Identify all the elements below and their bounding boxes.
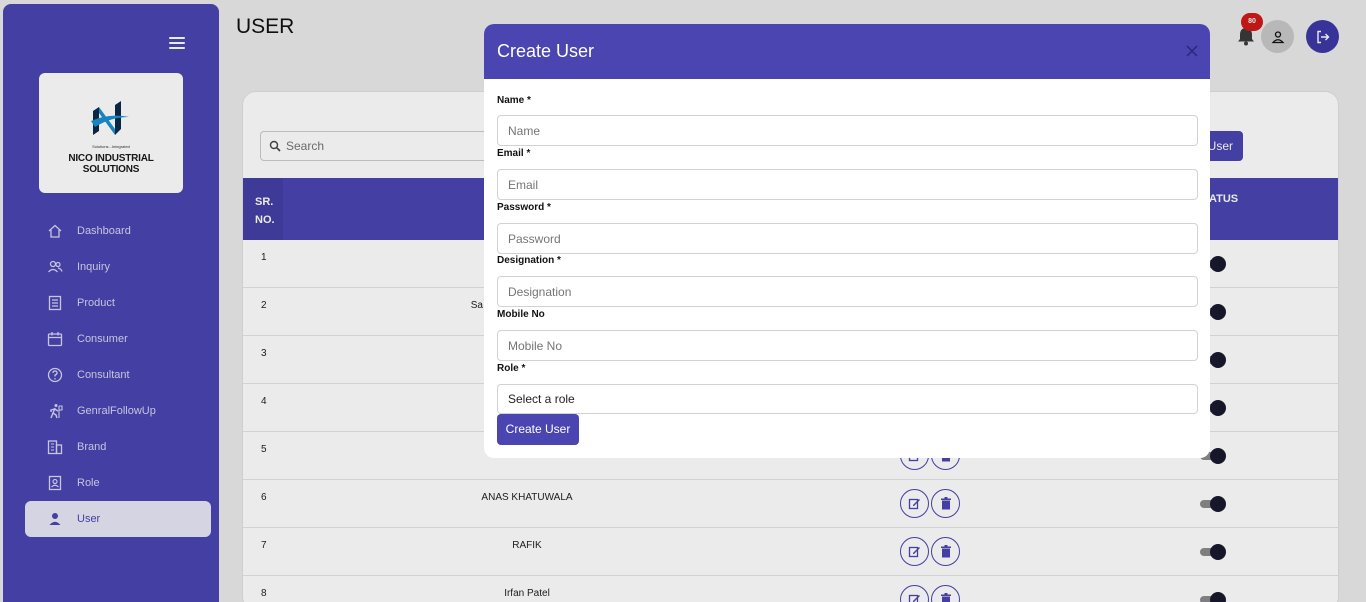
mobile-label: Mobile No bbox=[497, 309, 545, 320]
create-user-button[interactable]: Create User bbox=[497, 414, 579, 445]
name-field[interactable] bbox=[497, 115, 1198, 146]
close-icon[interactable] bbox=[1185, 44, 1199, 58]
designation-field[interactable] bbox=[497, 276, 1198, 307]
email-field[interactable] bbox=[497, 169, 1198, 200]
create-user-modal: Create User Name * Email * Password * De… bbox=[484, 24, 1210, 458]
role-label: Role * bbox=[497, 363, 526, 374]
email-label: Email * bbox=[497, 148, 531, 159]
designation-label: Designation * bbox=[497, 255, 561, 266]
modal-title: Create User bbox=[497, 41, 595, 61]
role-select[interactable]: Select a role bbox=[497, 384, 1198, 414]
mobile-field[interactable] bbox=[497, 330, 1198, 361]
password-field[interactable] bbox=[497, 223, 1198, 254]
password-label: Password * bbox=[497, 202, 551, 213]
name-label: Name * bbox=[497, 95, 531, 106]
modal-header: Create User bbox=[484, 24, 1210, 79]
